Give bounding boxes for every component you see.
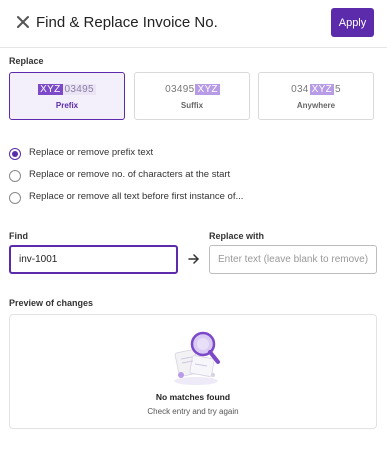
suffix-sample: 03495 XYZ [135,84,249,95]
anywhere-sample: 034 XYZ 5 [259,84,373,95]
suffix-sample-number: 03495 [165,84,195,95]
arrow-right-icon [188,254,199,264]
replace-option-prefix[interactable]: XYZ 03495 Prefix [9,72,125,120]
radio-label: Replace or remove all text before first … [29,191,244,202]
replace-with-input[interactable] [209,245,377,274]
dialog-header: Find & Replace Invoice No. Apply [0,0,387,46]
anywhere-sample-start: 034 [291,84,309,95]
no-matches-subtitle: Check entry and try again [147,407,239,416]
prefix-sample: XYZ 03495 [10,84,124,95]
replace-option-anywhere[interactable]: 034 XYZ 5 Anywhere [258,72,374,120]
apply-button[interactable]: Apply [331,8,374,37]
dialog-title: Find & Replace Invoice No. [36,14,218,31]
prefix-sample-highlight: XYZ [38,84,63,95]
preview-label: Preview of changes [9,298,94,308]
anywhere-sample-highlight: XYZ [309,84,335,95]
replace-option-label: Anywhere [296,101,336,110]
replace-option-label: Prefix [55,101,79,110]
radio-label: Replace or remove no. of characters at t… [29,169,231,180]
replace-option-suffix[interactable]: 03495 XYZ Suffix [134,72,250,120]
replace-with-label: Replace with [209,231,265,241]
replace-section-label: Replace [9,56,44,66]
radio-button[interactable] [9,170,21,182]
header-divider [0,47,387,48]
radio-button[interactable] [9,192,21,204]
anywhere-sample-end: 5 [335,84,341,95]
suffix-sample-highlight: XYZ [195,84,220,95]
replace-option-label: Suffix [180,101,204,110]
preview-panel: No matches found Check entry and try aga… [9,314,377,429]
close-icon[interactable] [14,13,32,31]
radio-button[interactable] [9,148,21,160]
find-label: Find [9,231,28,241]
radio-label: Replace or remove prefix text [29,147,154,158]
magnifier-documents-illustration [174,331,220,385]
find-input[interactable] [9,245,178,274]
prefix-sample-number: 03495 [62,84,96,95]
no-matches-title: No matches found [155,392,231,402]
